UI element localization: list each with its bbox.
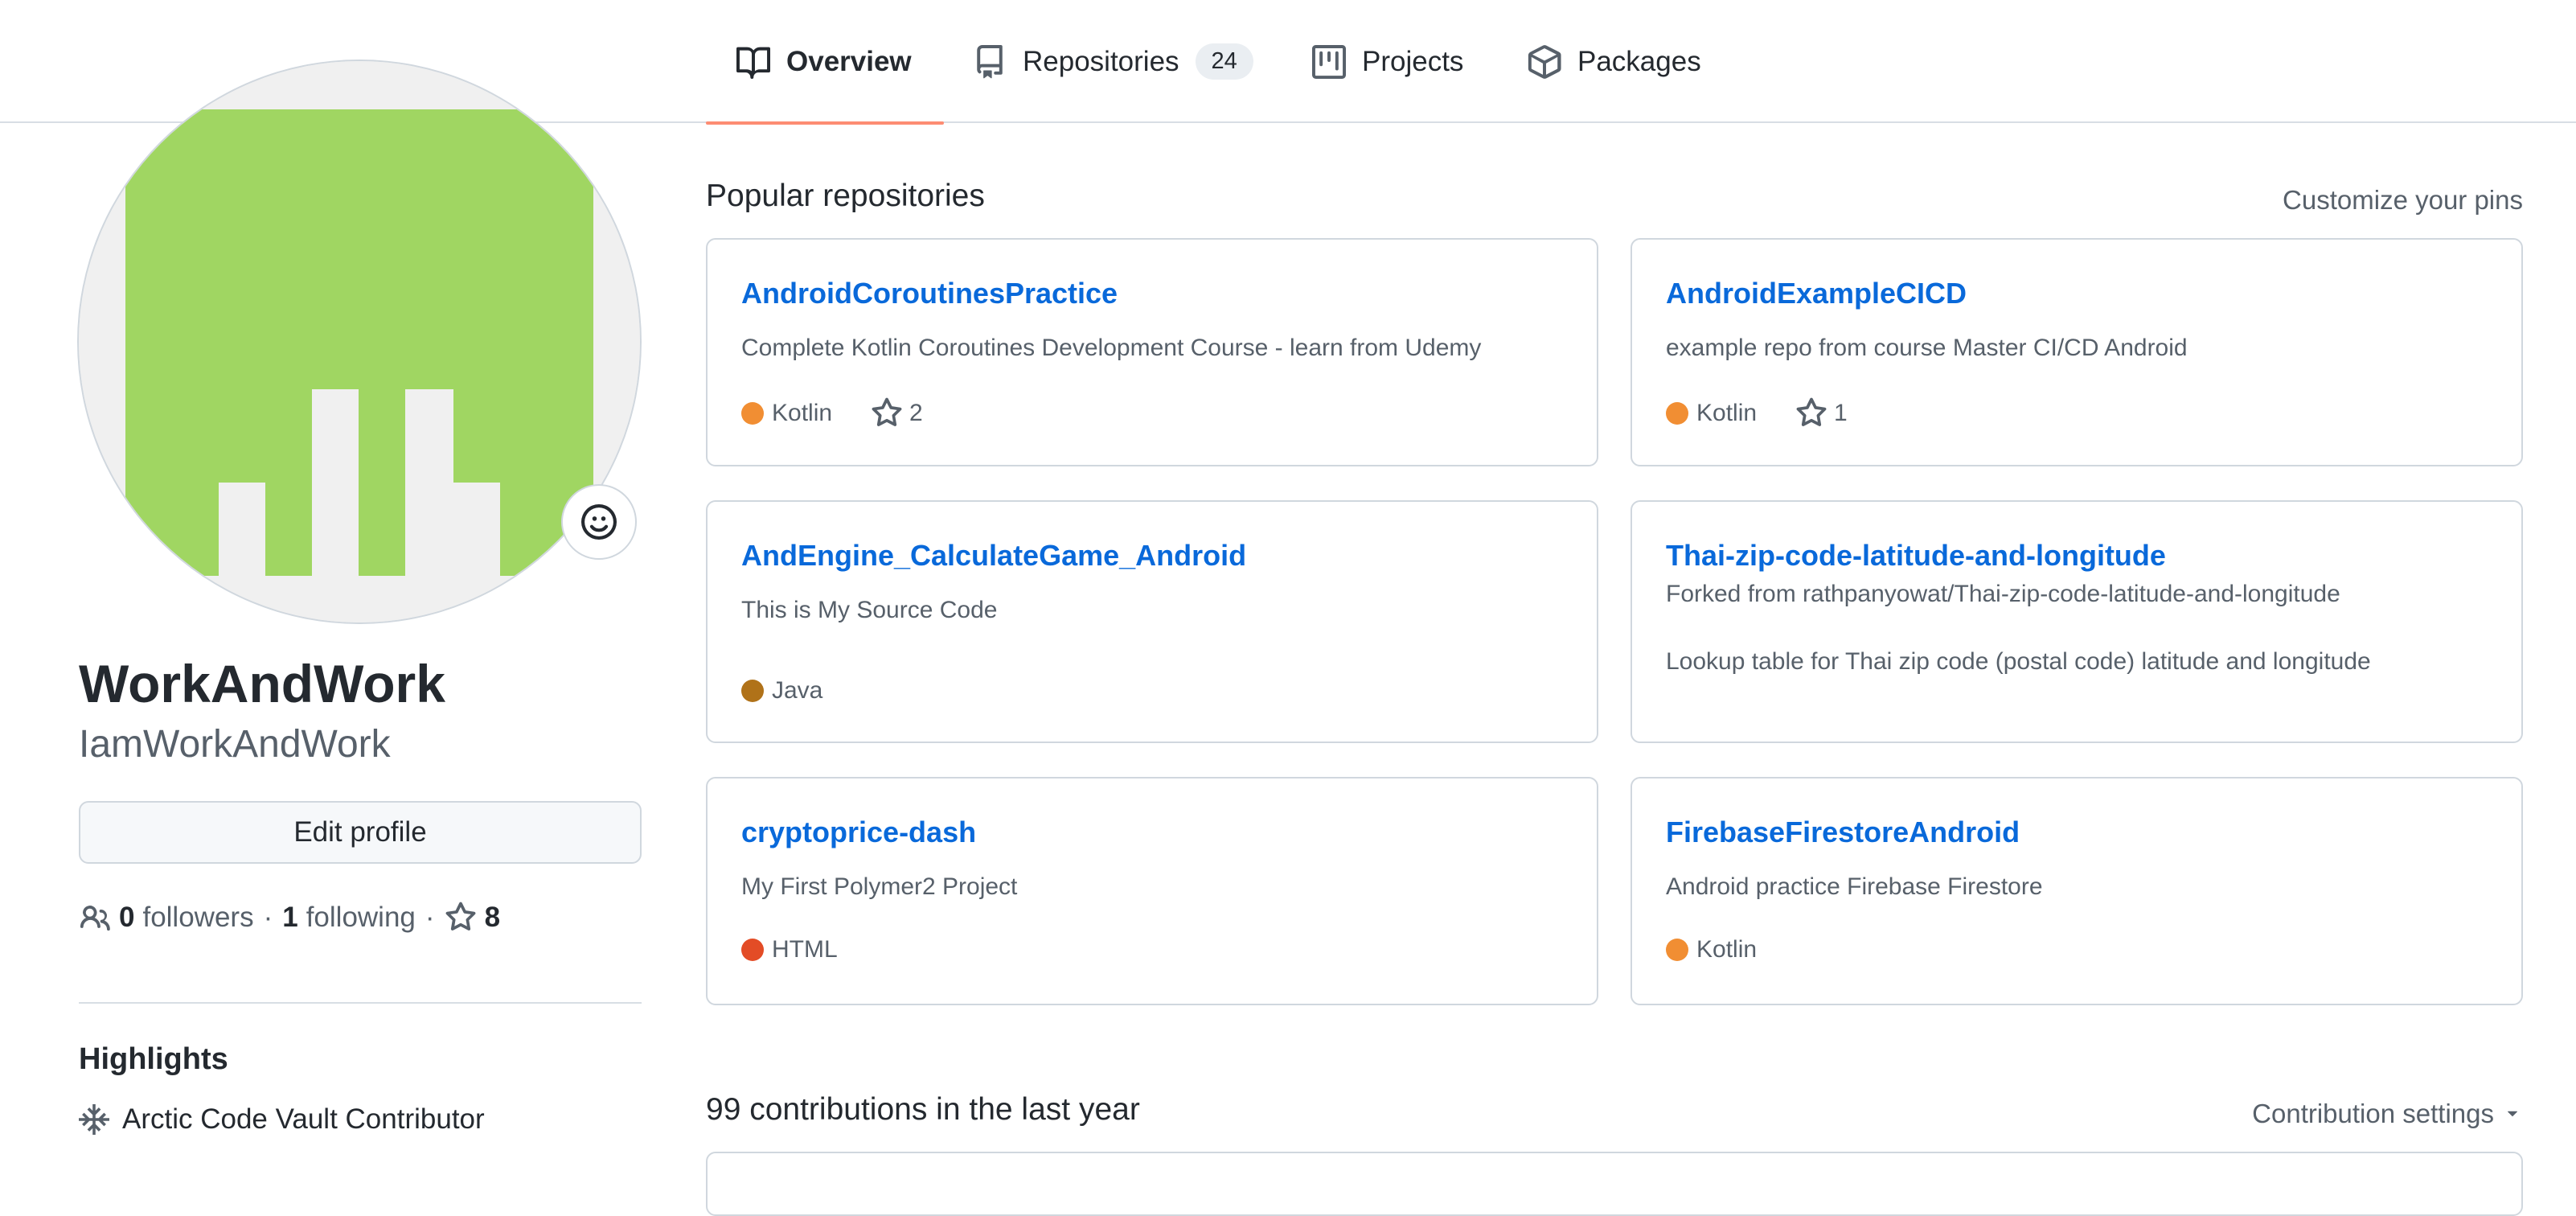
repo-link[interactable]: AndEngine_CalculateGame_Android (741, 539, 1246, 573)
following-link[interactable]: 1 following (282, 902, 416, 934)
separator-dot: · (263, 902, 273, 933)
star-icon (1795, 397, 1834, 429)
repo-link[interactable]: Thai-zip-code-latitude-and-longitude (1666, 539, 2166, 573)
popular-repositories-title: Popular repositories (706, 179, 985, 213)
followers-link[interactable]: 0 followers (79, 902, 254, 934)
tab-repositories-label: Repositories (1023, 45, 1179, 77)
repo-card: AndroidExampleCICD example repo from cou… (1631, 238, 2523, 466)
fork-source-link[interactable]: Forked from rathpanyowat/Thai-zip-code-l… (1666, 581, 2340, 608)
repo-description: This is My Source Code (741, 597, 998, 623)
repo-description: Complete Kotlin Coroutines Development C… (741, 335, 1482, 361)
followers-label: followers (142, 902, 254, 933)
repo-meta: Kotlin (1666, 936, 1757, 963)
highlights-title: Highlights (79, 1042, 228, 1076)
repo-stars-count: 2 (909, 400, 923, 426)
contribution-settings-label: Contribution settings (2252, 1099, 2494, 1128)
tab-packages[interactable]: Packages (1528, 0, 1701, 123)
repo-description: My First Polymer2 Project (741, 873, 1018, 900)
repo-meta: Kotlin 1 (1666, 397, 1848, 429)
following-count: 1 (282, 902, 298, 933)
language-color-dot (1666, 939, 1688, 961)
contribution-settings-dropdown[interactable]: Contribution settings (2252, 1099, 2523, 1129)
package-icon (1528, 44, 1561, 79)
repo-description: Lookup table for Thai zip code (postal c… (1666, 648, 2371, 675)
identicon-image (79, 61, 640, 622)
followers-count: 0 (119, 902, 135, 933)
language-color-dot (741, 402, 764, 425)
repo-card: AndroidCoroutinesPractice Complete Kotli… (706, 238, 1598, 466)
snowflake-icon (79, 1104, 109, 1135)
repo-card: cryptoprice-dash My First Polymer2 Proje… (706, 777, 1598, 1005)
book-icon (736, 45, 770, 79)
repo-link[interactable]: cryptoprice-dash (741, 815, 976, 849)
repo-description: Android practice Firebase Firestore (1666, 873, 2043, 900)
repo-stars-link[interactable]: 2 (871, 397, 923, 429)
divider (79, 1002, 642, 1004)
tab-projects[interactable]: Projects (1312, 0, 1463, 123)
repo-icon (973, 44, 1007, 79)
tab-overview[interactable]: Overview (706, 0, 944, 125)
repo-meta: HTML (741, 936, 838, 963)
language-color-dot (741, 939, 764, 961)
repo-stars-link[interactable]: 1 (1795, 397, 1848, 429)
stars-link[interactable]: 8 (445, 902, 508, 934)
repo-meta: Java (741, 677, 822, 705)
tab-overview-label: Overview (786, 45, 912, 77)
profile-username: IamWorkAndWork (79, 723, 391, 766)
following-label: following (306, 902, 416, 933)
star-icon (871, 397, 909, 429)
repo-language: Java (772, 677, 823, 704)
repo-description: example repo from course Master CI/CD An… (1666, 335, 2188, 361)
edit-profile-button[interactable]: Edit profile (79, 801, 642, 864)
stars-count: 8 (484, 902, 501, 933)
customize-pins-link[interactable]: Customize your pins (2283, 185, 2523, 216)
people-icon (79, 902, 119, 934)
repositories-count-badge: 24 (1195, 43, 1253, 80)
repo-card: AndEngine_CalculateGame_Android This is … (706, 500, 1598, 743)
set-status-button[interactable] (561, 484, 637, 560)
repo-link[interactable]: FirebaseFirestoreAndroid (1666, 815, 2020, 849)
highlight-item[interactable]: Arctic Code Vault Contributor (79, 1103, 485, 1136)
smiley-icon (581, 504, 617, 540)
language-color-dot (741, 680, 764, 702)
repo-stars-count: 1 (1834, 400, 1848, 426)
repo-language: Kotlin (1696, 936, 1758, 963)
project-icon (1312, 44, 1346, 79)
follow-stats: 0 followers · 1 following · 8 (79, 898, 508, 938)
repo-language: Kotlin (772, 400, 833, 426)
repo-card: FirebaseFirestoreAndroid Android practic… (1631, 777, 2523, 1005)
triangle-down-icon (2502, 1103, 2523, 1124)
repo-card: Thai-zip-code-latitude-and-longitude For… (1631, 500, 2523, 743)
profile-fullname: WorkAndWork (79, 654, 445, 713)
highlight-label: Arctic Code Vault Contributor (122, 1103, 485, 1135)
tab-repositories[interactable]: Repositories 24 (973, 0, 1253, 123)
tab-projects-label: Projects (1362, 45, 1464, 77)
repo-language: HTML (772, 936, 838, 963)
avatar[interactable] (79, 61, 640, 622)
language-color-dot (1666, 402, 1688, 425)
repo-language: Kotlin (1696, 400, 1758, 426)
repo-link[interactable]: AndroidCoroutinesPractice (741, 277, 1118, 310)
contribution-graph-container (706, 1152, 2523, 1216)
tab-packages-label: Packages (1577, 45, 1701, 77)
star-icon (445, 902, 485, 934)
contributions-title: 99 contributions in the last year (706, 1092, 1140, 1127)
repo-link[interactable]: AndroidExampleCICD (1666, 277, 1967, 310)
repo-meta: Kotlin 2 (741, 397, 923, 429)
separator-dot: · (425, 902, 435, 933)
